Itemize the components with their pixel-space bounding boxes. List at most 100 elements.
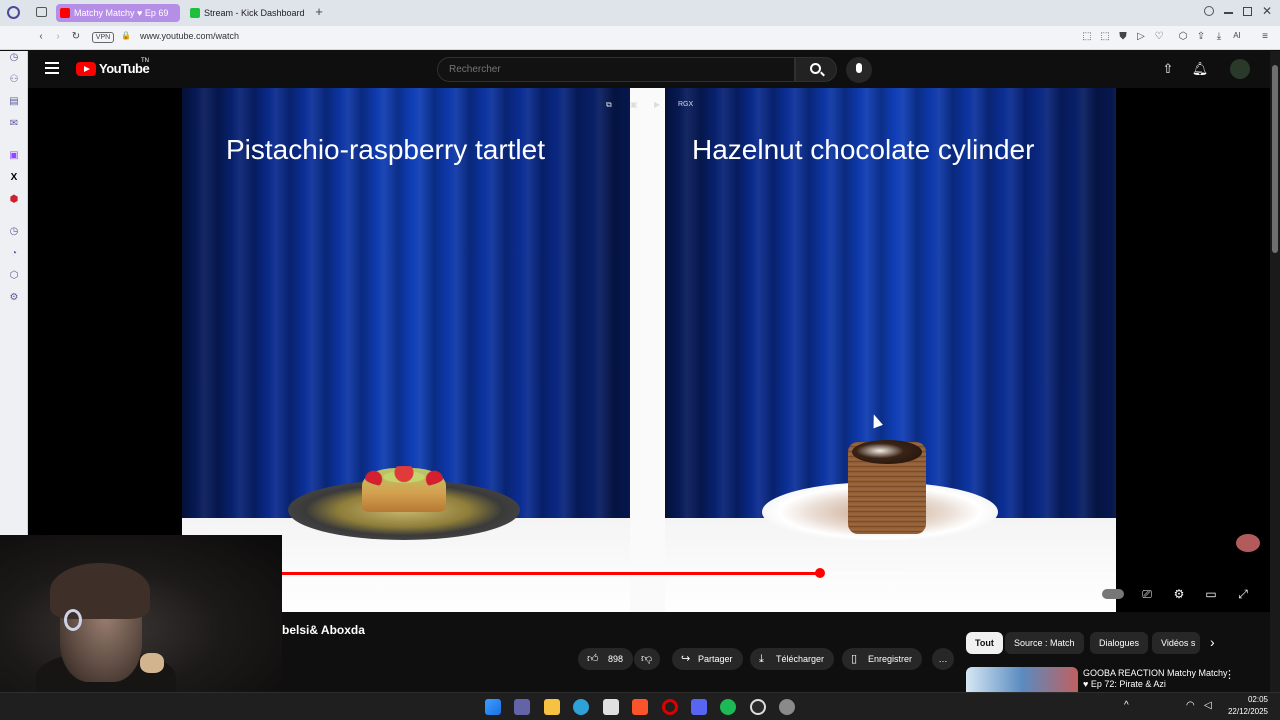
windows-start-icon[interactable] (485, 699, 501, 715)
pip-icon[interactable]: ▣ (630, 100, 638, 109)
heart-icon[interactable]: ♡ (1152, 31, 1166, 42)
user-icon[interactable]: ⚇ (7, 73, 21, 87)
page-scrollbar[interactable] (1270, 51, 1280, 692)
x-icon[interactable]: X (7, 171, 21, 185)
puzzle-icon[interactable]: ⬡ (1176, 31, 1190, 42)
cube-icon[interactable]: ⬡ (7, 269, 21, 283)
clock-time[interactable]: 02:05 (1220, 695, 1268, 704)
spotify-icon[interactable] (720, 699, 736, 715)
screenshot-icon[interactable]: ⬚ (1098, 31, 1112, 42)
wifi-icon[interactable]: ◠ (1186, 700, 1195, 711)
popout-icon[interactable]: ⧉ (606, 100, 612, 110)
share-arrow-icon: ↪ (681, 653, 691, 665)
browser-menu-icon[interactable]: ≡ (1258, 31, 1272, 42)
chip-dialogues[interactable]: Dialogues (1090, 632, 1149, 654)
dislike-button[interactable]: 👎︎ (634, 648, 660, 670)
store-icon[interactable] (603, 699, 619, 715)
left-dessert-title: Pistachio-raspberry tartlet (226, 134, 546, 165)
back-icon[interactable]: ‹ (34, 31, 48, 42)
subtitles-icon[interactable]: ⎚ (1139, 586, 1155, 602)
browser-logo-icon[interactable] (7, 6, 20, 19)
new-tab-icon[interactable]: + (312, 5, 326, 19)
share-button[interactable]: ↪ Partager (672, 648, 743, 670)
vpn-badge[interactable]: VPN (92, 32, 114, 43)
search-tabs-icon[interactable] (1204, 6, 1214, 16)
download-label: Télécharger (776, 654, 825, 664)
reload-icon[interactable]: ↻ (69, 31, 83, 42)
search-input[interactable] (437, 57, 795, 82)
recommendation-thumbnail[interactable] (966, 667, 1078, 692)
tab-kick[interactable]: Stream - Kick Dashboard (186, 4, 306, 22)
clock-icon[interactable]: ◷ (7, 225, 21, 239)
minimize-icon[interactable] (1224, 12, 1233, 14)
notifications-bell-icon[interactable]: 🔔︎ (1191, 60, 1209, 78)
progress-played (282, 572, 820, 575)
wallet-icon[interactable]: ▤ (7, 95, 21, 109)
channel-watermark-icon[interactable] (1236, 534, 1260, 552)
adblock-icon[interactable]: ⬢ (7, 193, 21, 207)
recommendation-menu-icon[interactable]: ⋮ (1224, 668, 1235, 681)
chip-videos[interactable]: Vidéos s (1152, 632, 1200, 654)
youtube-logo-icon[interactable] (76, 62, 96, 76)
volume-icon[interactable]: ◁ (1204, 700, 1212, 711)
tab-label: Stream - Kick Dashboard (204, 8, 305, 18)
download-icon[interactable]: ⤓ (1212, 31, 1226, 42)
maximize-icon[interactable] (1243, 7, 1252, 16)
brave-icon[interactable] (632, 699, 648, 715)
play-icon[interactable]: ▷ (1134, 31, 1148, 42)
history-icon[interactable]: ◷ (7, 51, 21, 65)
settings-app-icon[interactable] (779, 699, 795, 715)
create-upload-icon[interactable]: ⇧ (1159, 60, 1177, 78)
miniplayer-overlay: ⧉ ▣ ▶︎ RGX (606, 98, 708, 116)
teams-icon[interactable] (514, 699, 530, 715)
cylinder-top (852, 440, 922, 464)
tab-list-icon[interactable] (36, 7, 47, 17)
forward-icon[interactable]: › (51, 31, 65, 42)
close-window-icon[interactable]: ✕ (1262, 4, 1274, 18)
tray-chevron-icon[interactable]: ^ (1124, 700, 1129, 711)
fullscreen-icon[interactable]: ⤢ (1235, 586, 1251, 602)
chip-all[interactable]: Tout (966, 632, 1003, 654)
ai-icon[interactable]: AI (1230, 31, 1244, 40)
hamburger-menu-icon[interactable] (45, 62, 59, 74)
progress-scrubber[interactable] (814, 568, 825, 578)
chips-next-icon[interactable]: › (1210, 634, 1215, 650)
tab-matchy[interactable]: Matchy Matchy ♥ Ep 69 (56, 4, 180, 22)
clock-date[interactable]: 22/12/2025 (1220, 707, 1268, 716)
shield-icon[interactable]: ⛊ (1116, 31, 1130, 42)
headset-icon (64, 609, 82, 631)
url-field[interactable]: www.youtube.com/watch (140, 31, 239, 41)
edge-icon[interactable] (573, 699, 589, 715)
opera-icon[interactable] (662, 699, 678, 715)
time-icon[interactable]: ◔ (7, 247, 21, 261)
obs-icon[interactable] (750, 699, 766, 715)
more-actions-button[interactable]: … (932, 648, 954, 670)
share-icon[interactable]: ⇪ (1194, 31, 1208, 42)
settings-icon[interactable]: ⚙ (7, 291, 21, 305)
settings-gear-icon[interactable]: ⚙ (1171, 586, 1187, 602)
kick-favicon-icon (190, 8, 200, 18)
search-button[interactable] (795, 57, 837, 82)
video-title: belsi& Aboxda (282, 623, 365, 637)
account-avatar[interactable] (1230, 59, 1250, 79)
download-button[interactable]: ⤓ Télécharger (750, 648, 835, 670)
video-player[interactable]: Pistachio-raspberry tartlet Hazelnut cho… (28, 88, 1270, 612)
right-dessert-title: Hazelnut chocolate cylinder (692, 134, 1035, 165)
twitch-icon[interactable]: ▣ (7, 149, 21, 163)
autoplay-toggle[interactable] (1102, 589, 1124, 599)
discord-icon[interactable] (691, 699, 707, 715)
file-explorer-icon[interactable] (544, 699, 560, 715)
mail-icon[interactable]: ✉ (7, 117, 21, 131)
frame-divider (630, 88, 665, 612)
chip-source[interactable]: Source : Match (1005, 632, 1084, 654)
next-icon[interactable]: ▶︎ (654, 100, 660, 109)
extension-icon[interactable]: ⬚ (1080, 31, 1094, 42)
like-button[interactable]: 👍︎ 898 (578, 648, 634, 670)
scrollbar-thumb[interactable] (1272, 65, 1278, 253)
save-label: Enregistrer (868, 654, 913, 664)
theater-mode-icon[interactable]: ▭ (1203, 586, 1219, 602)
voice-search-button[interactable] (846, 57, 872, 83)
save-button[interactable]: ▯ Enregistrer (842, 648, 923, 670)
recommendation-title[interactable]: GOOBA REACTION Matchy Matchy ♥ Ep 72: Pi… (1083, 668, 1233, 692)
address-bar: ‹ › ↻ VPN 🔒 www.youtube.com/watch ⬚ ⬚ ⛊ … (0, 26, 1280, 50)
